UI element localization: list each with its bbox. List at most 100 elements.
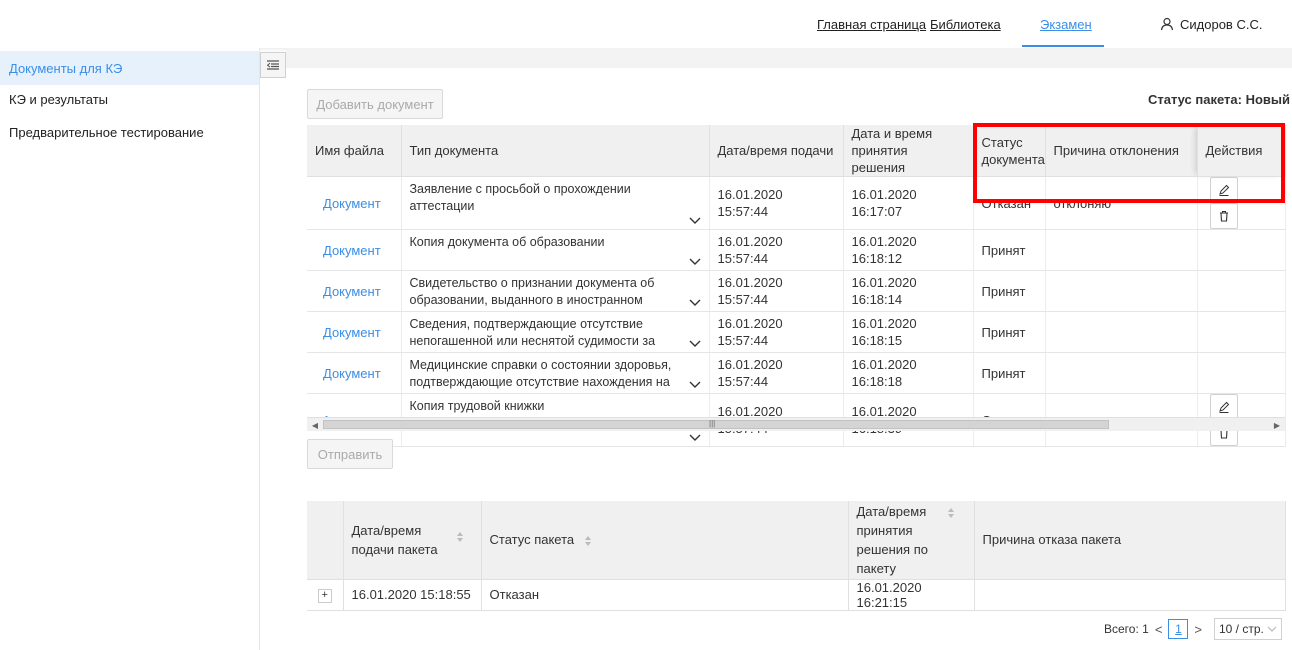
package-status: Статус пакета: Новый [1147, 92, 1290, 107]
submitted-cell: 16.01.2020 15:57:44 [709, 352, 844, 394]
edit-icon [1218, 401, 1229, 413]
documents-header-row: Имя файла Тип документа Дата/время подач… [307, 125, 1286, 177]
file-link[interactable]: Документ [323, 196, 381, 211]
next-page-button[interactable]: > [1194, 622, 1202, 637]
sidebar-item-pretest[interactable]: Предварительное тестирование [0, 115, 259, 149]
reason-cell [1045, 229, 1198, 271]
pkg-status-cell: Отказан [481, 579, 849, 611]
user-icon [1160, 17, 1174, 31]
col-reason: Причина отклонения [1045, 125, 1198, 177]
file-link[interactable]: Документ [323, 325, 381, 340]
user-menu[interactable]: Сидоров С.С. [1160, 0, 1262, 48]
chevron-down-icon[interactable] [689, 431, 701, 443]
pagination: Всего: 1 < 1 > 10 / стр. [1104, 617, 1282, 641]
delete-button[interactable] [1209, 203, 1238, 229]
send-button[interactable]: Отправить [307, 439, 393, 469]
edit-button[interactable] [1209, 177, 1238, 203]
table-row: Документ Свидетельство о признании докуме… [307, 270, 1286, 312]
scroll-thumb[interactable] [323, 420, 1109, 429]
add-document-button[interactable]: Добавить документ [307, 89, 443, 119]
chevron-down-icon[interactable] [689, 378, 701, 390]
chevron-down-icon [1267, 626, 1277, 632]
nav-library-link[interactable]: Библиотека [930, 17, 1001, 32]
doc-type-cell[interactable]: Свидетельство о признании документа об о… [401, 270, 710, 312]
pkg-decided-cell: 16.01.2020 16:21:15 [848, 579, 975, 611]
file-link[interactable]: Документ [323, 366, 381, 381]
actions-cell [1197, 176, 1286, 230]
col-pkg-reason: Причина отказа пакета [974, 501, 1286, 580]
decided-cell: 16.01.2020 16:18:18 [843, 352, 974, 394]
submitted-cell: 16.01.2020 15:57:44 [709, 311, 844, 353]
file-link[interactable]: Документ [323, 284, 381, 299]
submitted-cell: 16.01.2020 15:57:44 [709, 176, 844, 230]
page-size-select[interactable]: 10 / стр. [1214, 618, 1282, 640]
scroll-grip-icon: ||| [709, 419, 716, 428]
nav-library[interactable]: Библиотека [930, 0, 1001, 48]
nav-home[interactable]: Главная страница [817, 0, 926, 48]
col-decided: Дата и время принятия решения [843, 125, 974, 177]
total-count: Всего: 1 [1104, 622, 1149, 636]
file-name-cell: Документ [307, 176, 402, 230]
pkg-submitted-cell: 16.01.2020 15:18:55 [343, 579, 482, 611]
doc-type-cell[interactable]: Копия документа об образовании [401, 229, 710, 271]
nav-home-link[interactable]: Главная страница [817, 17, 926, 32]
chevron-down-icon[interactable] [689, 255, 701, 267]
pkg-reason-cell [974, 579, 1286, 611]
scroll-right-icon[interactable]: ▶ [1271, 419, 1283, 431]
col-pkg-submitted[interactable]: Дата/время подачи пакета [343, 501, 482, 580]
horizontal-scrollbar[interactable]: ◀ ||| ▶ [307, 417, 1285, 431]
status-cell: Принят [973, 270, 1046, 312]
file-link[interactable]: Документ [323, 243, 381, 258]
top-header [0, 0, 1292, 48]
table-row: + 16.01.2020 15:18:55 Отказан 16.01.2020… [307, 579, 1286, 611]
doc-type-text: Сведения, подтверждающие отсутствие непо… [409, 317, 656, 348]
sidebar-collapse-button[interactable] [260, 52, 286, 78]
delete-icon [1219, 210, 1228, 222]
expand-cell: + [307, 579, 344, 611]
doc-type-cell[interactable]: Сведения, подтверждающие отсутствие непо… [401, 311, 710, 353]
chevron-down-icon[interactable] [689, 214, 701, 226]
status-cell: Принят [973, 229, 1046, 271]
actions-cell [1197, 352, 1286, 394]
col-pkg-status[interactable]: Статус пакета [481, 501, 849, 580]
nav-exam[interactable]: Экзамен [1040, 0, 1092, 48]
sidebar-item-results[interactable]: КЭ и результаты [0, 82, 259, 116]
decided-cell: 16.01.2020 16:18:15 [843, 311, 974, 353]
status-cell: Отказан [973, 176, 1046, 230]
table-row: Документ Копия документа об образовании 16… [307, 229, 1286, 271]
sidebar-item-documents[interactable]: Документы для КЭ [0, 51, 259, 85]
status-cell: Принят [973, 352, 1046, 394]
send-label: Отправить [317, 446, 383, 462]
sort-icon[interactable] [456, 531, 464, 543]
doc-type-text: Копия документа об образовании [409, 235, 605, 249]
chevron-down-icon[interactable] [689, 296, 701, 308]
file-name-cell: Документ [307, 311, 402, 353]
doc-type-text: Свидетельство о признании документа об о… [409, 276, 655, 307]
table-row: Документ Медицинские справки о состоянии … [307, 352, 1286, 394]
page-1-button[interactable]: 1 [1168, 619, 1189, 639]
col-pkg-decided[interactable]: Дата/время принятия решения по пакету [848, 501, 975, 580]
page-size-value: 10 / стр. [1219, 622, 1264, 636]
submitted-cell: 16.01.2020 15:57:44 [709, 229, 844, 271]
packages-header-row: Дата/время подачи пакета Статус пакета Д… [307, 501, 1286, 580]
decided-cell: 16.01.2020 16:17:07 [843, 176, 974, 230]
doc-type-text: Копия трудовой книжки [409, 399, 545, 413]
sort-icon[interactable] [584, 535, 592, 547]
sidebar-item-label: Документы для КЭ [9, 60, 123, 76]
col-pkg-status-label: Статус пакета [489, 532, 575, 548]
chevron-down-icon[interactable] [689, 337, 701, 349]
sort-icon[interactable] [947, 507, 955, 519]
actions-cell [1197, 311, 1286, 353]
nav-exam-link[interactable]: Экзамен [1040, 17, 1092, 32]
table-row: Документ Заявление с просьбой о прохожден… [307, 176, 1286, 230]
expand-row-button[interactable]: + [317, 588, 332, 603]
status-cell: Принят [973, 311, 1046, 353]
col-pkg-decided-label: Дата/время принятия решения по пакету [856, 503, 928, 576]
prev-page-button[interactable]: < [1155, 622, 1163, 637]
doc-type-cell[interactable]: Медицинские справки о состоянии здоровья… [401, 352, 710, 394]
col-submitted: Дата/время подачи [709, 125, 844, 177]
scroll-left-icon[interactable]: ◀ [309, 419, 321, 431]
doc-type-text: Заявление с просьбой о прохождении аттес… [409, 182, 631, 213]
sidebar-item-label: Предварительное тестирование [9, 124, 204, 140]
doc-type-cell[interactable]: Заявление с просьбой о прохождении аттес… [401, 176, 710, 230]
